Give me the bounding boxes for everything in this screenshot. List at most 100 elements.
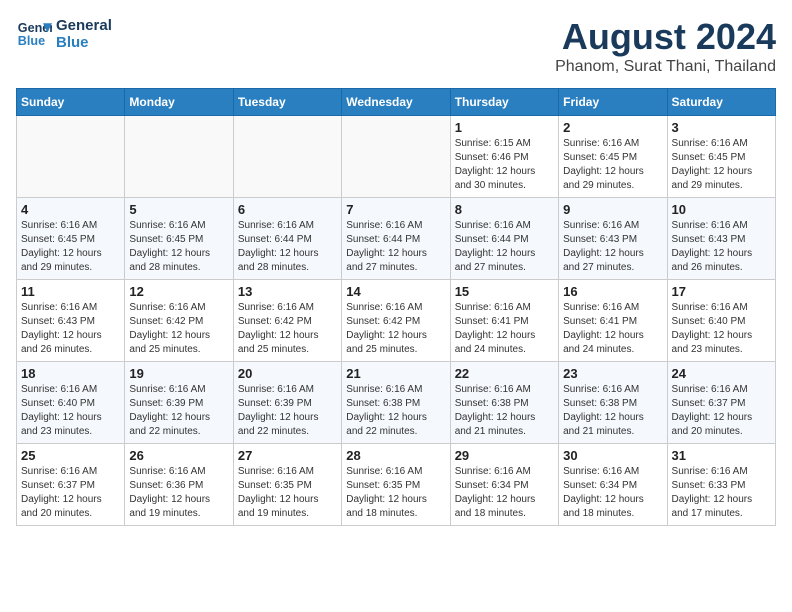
col-thursday: Thursday bbox=[450, 89, 558, 116]
header-row: Sunday Monday Tuesday Wednesday Thursday… bbox=[17, 89, 776, 116]
week-row-4: 25 Sunrise: 6:16 AM Sunset: 6:37 PM Dayli… bbox=[17, 444, 776, 526]
calendar-cell: 27 Sunrise: 6:16 AM Sunset: 6:35 PM Dayli… bbox=[233, 444, 341, 526]
day-info: Sunrise: 6:16 AM Sunset: 6:45 PM Dayligh… bbox=[672, 137, 771, 193]
day-number: 30 bbox=[563, 448, 662, 463]
calendar-cell: 9 Sunrise: 6:16 AM Sunset: 6:43 PM Daylig… bbox=[559, 198, 667, 280]
day-info: Sunrise: 6:16 AM Sunset: 6:45 PM Dayligh… bbox=[129, 219, 228, 275]
week-row-3: 18 Sunrise: 6:16 AM Sunset: 6:40 PM Dayli… bbox=[17, 362, 776, 444]
calendar-cell: 12Sunrise: 6:16 AM Sunset: 6:42 PM Dayli… bbox=[125, 280, 233, 362]
calendar-cell: 24 Sunrise: 6:16 AM Sunset: 6:37 PM Dayli… bbox=[667, 362, 775, 444]
main-title: August 2024 bbox=[555, 16, 776, 58]
day-info: Sunrise: 6:16 AM Sunset: 6:37 PM Dayligh… bbox=[21, 465, 120, 521]
week-row-0: 1Sunrise: 6:15 AM Sunset: 6:46 PM Daylig… bbox=[17, 116, 776, 198]
calendar-body: 1Sunrise: 6:15 AM Sunset: 6:46 PM Daylig… bbox=[17, 116, 776, 526]
calendar-cell: 2Sunrise: 6:16 AM Sunset: 6:45 PM Daylig… bbox=[559, 116, 667, 198]
day-number: 29 bbox=[455, 448, 554, 463]
calendar-cell: 4Sunrise: 6:16 AM Sunset: 6:45 PM Daylig… bbox=[17, 198, 125, 280]
day-info: Sunrise: 6:16 AM Sunset: 6:44 PM Dayligh… bbox=[238, 219, 337, 275]
day-number: 25 bbox=[21, 448, 120, 463]
day-info: Sunrise: 6:16 AM Sunset: 6:41 PM Dayligh… bbox=[563, 301, 662, 357]
day-number: 14 bbox=[346, 284, 445, 299]
calendar-cell: 11 Sunrise: 6:16 AM Sunset: 6:43 PM Dayli… bbox=[17, 280, 125, 362]
day-number: 3 bbox=[672, 120, 771, 135]
calendar-cell: 26Sunrise: 6:16 AM Sunset: 6:36 PM Dayli… bbox=[125, 444, 233, 526]
calendar-cell: 7 Sunrise: 6:16 AM Sunset: 6:44 PM Daylig… bbox=[342, 198, 450, 280]
calendar-cell: 28 Sunrise: 6:16 AM Sunset: 6:35 PM Dayli… bbox=[342, 444, 450, 526]
day-number: 1 bbox=[455, 120, 554, 135]
day-info: Sunrise: 6:16 AM Sunset: 6:43 PM Dayligh… bbox=[672, 219, 771, 275]
day-info: Sunrise: 6:16 AM Sunset: 6:44 PM Dayligh… bbox=[346, 219, 445, 275]
calendar-cell: 10 Sunrise: 6:16 AM Sunset: 6:43 PM Dayli… bbox=[667, 198, 775, 280]
day-number: 17 bbox=[672, 284, 771, 299]
day-info: Sunrise: 6:16 AM Sunset: 6:37 PM Dayligh… bbox=[672, 383, 771, 439]
logo: General Blue General Blue bbox=[16, 16, 112, 52]
day-info: Sunrise: 6:16 AM Sunset: 6:40 PM Dayligh… bbox=[21, 383, 120, 439]
day-info: Sunrise: 6:16 AM Sunset: 6:42 PM Dayligh… bbox=[129, 301, 228, 357]
calendar-header: Sunday Monday Tuesday Wednesday Thursday… bbox=[17, 89, 776, 116]
day-number: 8 bbox=[455, 202, 554, 217]
calendar-cell: 25 Sunrise: 6:16 AM Sunset: 6:37 PM Dayli… bbox=[17, 444, 125, 526]
calendar-cell: 15Sunrise: 6:16 AM Sunset: 6:41 PM Dayli… bbox=[450, 280, 558, 362]
title-block: August 2024 Phanom, Surat Thani, Thailan… bbox=[555, 16, 776, 76]
day-number: 7 bbox=[346, 202, 445, 217]
day-number: 26 bbox=[129, 448, 228, 463]
header: General Blue General Blue August 2024 Ph… bbox=[16, 16, 776, 76]
day-info: Sunrise: 6:16 AM Sunset: 6:43 PM Dayligh… bbox=[563, 219, 662, 275]
logo-general: General bbox=[56, 17, 112, 34]
day-info: Sunrise: 6:16 AM Sunset: 6:33 PM Dayligh… bbox=[672, 465, 771, 521]
day-info: Sunrise: 6:16 AM Sunset: 6:42 PM Dayligh… bbox=[346, 301, 445, 357]
day-number: 5 bbox=[129, 202, 228, 217]
day-number: 20 bbox=[238, 366, 337, 381]
day-info: Sunrise: 6:16 AM Sunset: 6:38 PM Dayligh… bbox=[455, 383, 554, 439]
calendar-cell: 29 Sunrise: 6:16 AM Sunset: 6:34 PM Dayli… bbox=[450, 444, 558, 526]
day-number: 6 bbox=[238, 202, 337, 217]
day-info: Sunrise: 6:16 AM Sunset: 6:34 PM Dayligh… bbox=[455, 465, 554, 521]
day-info: Sunrise: 6:16 AM Sunset: 6:40 PM Dayligh… bbox=[672, 301, 771, 357]
day-number: 13 bbox=[238, 284, 337, 299]
day-number: 27 bbox=[238, 448, 337, 463]
calendar-cell: 18 Sunrise: 6:16 AM Sunset: 6:40 PM Dayli… bbox=[17, 362, 125, 444]
day-info: Sunrise: 6:16 AM Sunset: 6:39 PM Dayligh… bbox=[238, 383, 337, 439]
day-number: 22 bbox=[455, 366, 554, 381]
col-friday: Friday bbox=[559, 89, 667, 116]
day-number: 9 bbox=[563, 202, 662, 217]
day-info: Sunrise: 6:16 AM Sunset: 6:35 PM Dayligh… bbox=[238, 465, 337, 521]
day-number: 10 bbox=[672, 202, 771, 217]
subtitle: Phanom, Surat Thani, Thailand bbox=[555, 58, 776, 76]
day-number: 19 bbox=[129, 366, 228, 381]
day-number: 24 bbox=[672, 366, 771, 381]
day-number: 2 bbox=[563, 120, 662, 135]
day-number: 31 bbox=[672, 448, 771, 463]
calendar-cell: 31 Sunrise: 6:16 AM Sunset: 6:33 PM Dayli… bbox=[667, 444, 775, 526]
calendar-cell: 14 Sunrise: 6:16 AM Sunset: 6:42 PM Dayli… bbox=[342, 280, 450, 362]
col-wednesday: Wednesday bbox=[342, 89, 450, 116]
day-number: 16 bbox=[563, 284, 662, 299]
day-info: Sunrise: 6:16 AM Sunset: 6:35 PM Dayligh… bbox=[346, 465, 445, 521]
calendar-cell: 3 Sunrise: 6:16 AM Sunset: 6:45 PM Daylig… bbox=[667, 116, 775, 198]
calendar-cell: 17 Sunrise: 6:16 AM Sunset: 6:40 PM Dayli… bbox=[667, 280, 775, 362]
calendar-cell: 13 Sunrise: 6:16 AM Sunset: 6:42 PM Dayli… bbox=[233, 280, 341, 362]
logo-blue: Blue bbox=[56, 34, 112, 51]
day-info: Sunrise: 6:16 AM Sunset: 6:42 PM Dayligh… bbox=[238, 301, 337, 357]
day-info: Sunrise: 6:16 AM Sunset: 6:39 PM Dayligh… bbox=[129, 383, 228, 439]
day-number: 11 bbox=[21, 284, 120, 299]
calendar-cell: 20 Sunrise: 6:16 AM Sunset: 6:39 PM Dayli… bbox=[233, 362, 341, 444]
day-number: 4 bbox=[21, 202, 120, 217]
calendar-cell bbox=[17, 116, 125, 198]
day-number: 28 bbox=[346, 448, 445, 463]
day-number: 23 bbox=[563, 366, 662, 381]
day-info: Sunrise: 6:16 AM Sunset: 6:43 PM Dayligh… bbox=[21, 301, 120, 357]
svg-text:Blue: Blue bbox=[18, 34, 45, 48]
calendar-cell: 19 Sunrise: 6:16 AM Sunset: 6:39 PM Dayli… bbox=[125, 362, 233, 444]
col-monday: Monday bbox=[125, 89, 233, 116]
day-number: 15 bbox=[455, 284, 554, 299]
day-info: Sunrise: 6:16 AM Sunset: 6:38 PM Dayligh… bbox=[563, 383, 662, 439]
col-tuesday: Tuesday bbox=[233, 89, 341, 116]
day-number: 18 bbox=[21, 366, 120, 381]
col-sunday: Sunday bbox=[17, 89, 125, 116]
calendar-cell bbox=[342, 116, 450, 198]
calendar-cell: 30Sunrise: 6:16 AM Sunset: 6:34 PM Dayli… bbox=[559, 444, 667, 526]
calendar-cell: 16 Sunrise: 6:16 AM Sunset: 6:41 PM Dayli… bbox=[559, 280, 667, 362]
calendar-cell: 23 Sunrise: 6:16 AM Sunset: 6:38 PM Dayli… bbox=[559, 362, 667, 444]
day-number: 21 bbox=[346, 366, 445, 381]
